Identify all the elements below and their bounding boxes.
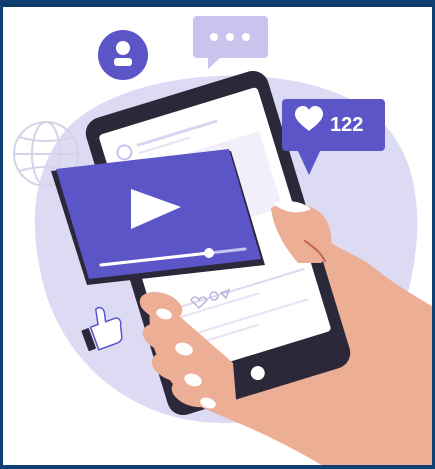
ellipsis-chat-icon — [193, 16, 268, 69]
illustration-frame: 122 — [0, 0, 435, 469]
user-icon — [98, 30, 148, 80]
video-progress-knob — [204, 248, 214, 258]
like-count: 122 — [330, 114, 364, 136]
video-card — [51, 149, 265, 285]
social-media-illustration — [13, 16, 432, 465]
